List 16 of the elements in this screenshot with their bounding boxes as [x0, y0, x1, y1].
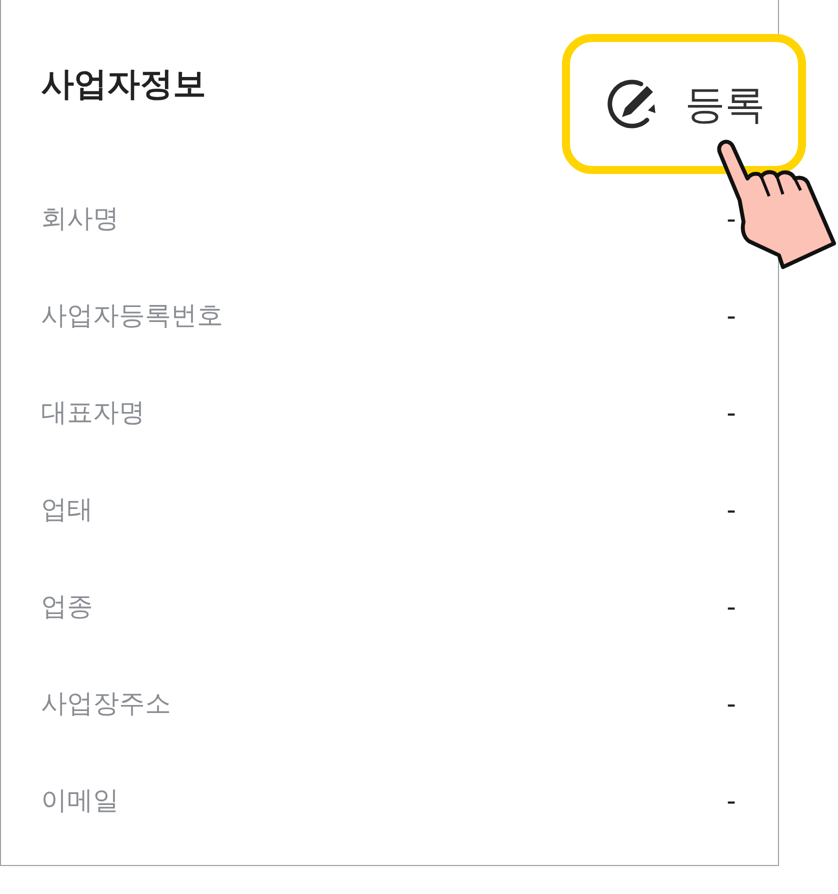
field-label: 대표자명	[41, 396, 145, 429]
field-label: 업종	[41, 590, 93, 623]
field-value: -	[726, 590, 737, 622]
field-value: -	[726, 202, 737, 234]
field-value: -	[726, 396, 737, 428]
field-label: 이메일	[41, 784, 119, 817]
field-value: -	[726, 784, 737, 816]
field-label: 회사명	[41, 202, 119, 235]
field-label: 사업자등록번호	[41, 299, 223, 332]
field-label: 사업장주소	[41, 687, 171, 720]
section-title: 사업자정보	[41, 64, 206, 104]
field-label: 업태	[41, 493, 93, 526]
field-value: -	[726, 688, 737, 720]
field-value: -	[726, 300, 737, 332]
register-button[interactable]: 등록	[562, 34, 806, 174]
field-value: -	[726, 494, 737, 526]
